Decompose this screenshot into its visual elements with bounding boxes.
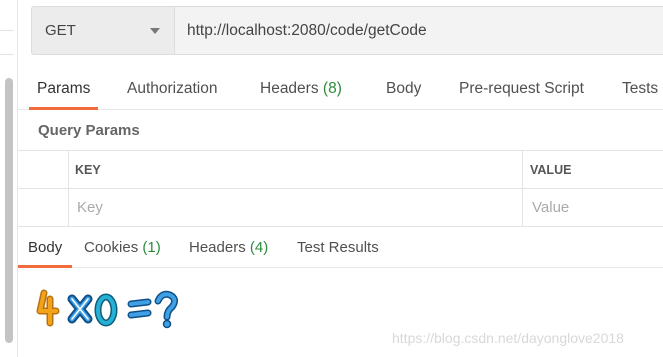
query-params-title: Query Params: [38, 122, 140, 139]
table-row: Key Value: [18, 189, 663, 227]
tab-count: (8): [322, 80, 342, 97]
key-input[interactable]: Key: [77, 199, 103, 216]
gutter-divider: [0, 54, 14, 55]
chevron-down-icon: [150, 28, 160, 34]
gutter-divider: [0, 30, 14, 31]
tab-body[interactable]: Body: [386, 68, 421, 110]
tab-label: Params: [37, 80, 91, 97]
tab-label: Headers: [260, 80, 319, 97]
url-text: http://localhost:2080/code/getCode: [187, 21, 427, 39]
captcha-char-equals: [127, 298, 152, 319]
tab-label: Body: [386, 80, 422, 97]
url-input[interactable]: http://localhost:2080/code/getCode: [175, 6, 663, 55]
captcha-char-four: [36, 289, 60, 327]
tab-label: Test Results: [297, 239, 379, 256]
tab-response-body[interactable]: Body: [17, 228, 73, 268]
value-input[interactable]: Value: [532, 199, 569, 216]
tab-label: Body: [28, 239, 63, 256]
value-column-header: VALUE: [530, 163, 572, 177]
captcha-image: [36, 289, 179, 329]
response-tabs: Body Cookies (1) Headers (4) Test Result…: [17, 228, 663, 268]
captcha-char-cross: [67, 294, 93, 324]
tab-test-results[interactable]: Test Results: [297, 228, 379, 268]
tab-label: Pre-request Script: [459, 80, 584, 97]
watermark-text: https://blog.csdn.net/dayonglove2018: [392, 330, 624, 346]
tab-params[interactable]: Params: [28, 68, 99, 110]
tab-headers[interactable]: Headers (8): [260, 68, 342, 110]
tab-tests[interactable]: Tests: [622, 68, 658, 110]
query-params-table: KEY VALUE Key Value: [18, 150, 663, 227]
tab-label: Cookies: [84, 239, 139, 256]
tab-response-headers[interactable]: Headers (4): [189, 228, 268, 268]
tab-cookies[interactable]: Cookies (1): [84, 228, 161, 268]
tab-label: Tests: [622, 80, 659, 97]
key-column-header: KEY: [75, 163, 101, 177]
tab-pre-request-script[interactable]: Pre-request Script: [459, 68, 584, 110]
request-tabs: Params Authorization Headers (8) Body Pr…: [18, 68, 663, 110]
tab-count: (1): [142, 239, 161, 256]
captcha-char-question: [154, 290, 179, 329]
tab-authorization[interactable]: Authorization: [127, 68, 217, 110]
captcha-char-zero: [94, 293, 118, 327]
tab-label: Headers: [189, 239, 246, 256]
method-select[interactable]: GET: [31, 6, 175, 55]
request-url-bar: GET http://localhost:2080/code/getCode: [31, 6, 663, 55]
tab-label: Authorization: [127, 80, 218, 97]
table-header-row: KEY VALUE: [18, 151, 663, 189]
tab-count: (4): [249, 239, 269, 256]
vertical-scrollbar[interactable]: [5, 78, 13, 343]
method-label: GET: [45, 22, 76, 39]
left-gutter: [0, 0, 18, 357]
